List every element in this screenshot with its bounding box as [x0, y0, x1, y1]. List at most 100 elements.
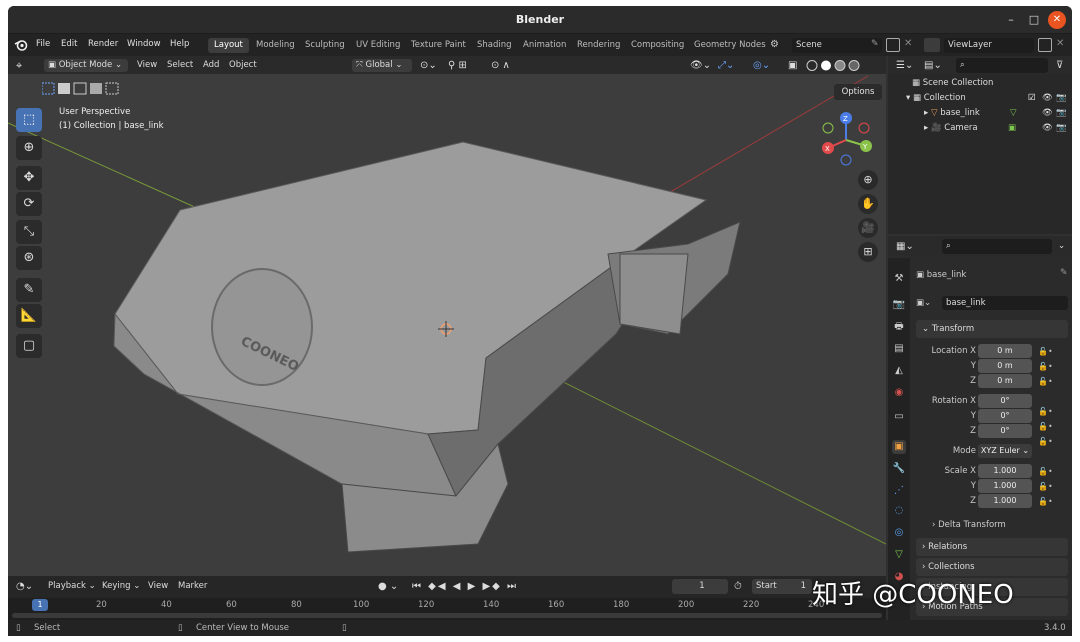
modifier-tab-icon[interactable]: 🔧	[892, 462, 906, 476]
scene-name-field[interactable]: Scene	[792, 38, 882, 53]
proportional-edit-icon[interactable]: ⊙ ∧	[491, 59, 510, 72]
new-view-layer-icon[interactable]	[1038, 38, 1052, 52]
outliner-item-camera[interactable]: ▸ 🎥 Camera ▣ 👁 📷	[888, 121, 1072, 136]
properties-pin-icon[interactable]: ✎	[1060, 268, 1068, 278]
timeline-ruler[interactable]: 1 20 40 60 80 100 120 140 160 180 200 22…	[8, 598, 886, 620]
base-link-camera-icon[interactable]: 📷	[1056, 106, 1067, 121]
editor-type-icon[interactable]: ⌖	[16, 59, 22, 72]
timeline-view-menu[interactable]: View	[148, 580, 168, 593]
properties-search-input[interactable]: ⌕	[942, 239, 1052, 254]
menu-render[interactable]: Render	[88, 39, 118, 49]
outliner-item-base-link[interactable]: ▸ ▽ base_link ▽ 👁 📷	[888, 106, 1072, 121]
marker-menu[interactable]: Marker	[178, 580, 207, 593]
maximize-button[interactable]: □	[1025, 11, 1043, 29]
shading-modes[interactable]	[805, 59, 865, 72]
collection-tab-icon[interactable]: ▭	[892, 410, 906, 424]
menu-select[interactable]: Select	[167, 59, 193, 72]
ortho-grid-icon[interactable]: ⊞	[858, 242, 878, 262]
zoom-icon[interactable]: ⊕	[858, 170, 878, 190]
relations-panel-header[interactable]: › Relations	[916, 538, 1068, 556]
blender-icon[interactable]	[14, 38, 28, 52]
scale-z-field[interactable]: 1.000	[978, 494, 1032, 508]
pivot-icon[interactable]: ⊙⌄	[420, 59, 437, 72]
scale-x-field[interactable]: 1.000	[978, 464, 1032, 478]
record-keyframe-icon[interactable]: ● ⌄	[378, 580, 398, 593]
menu-help[interactable]: Help	[170, 39, 189, 49]
object-datablock-icon[interactable]: ▣⌄	[916, 296, 931, 310]
current-frame-field[interactable]: 1	[672, 579, 728, 594]
mode-dropdown[interactable]: ▣ Object Mode ⌄	[44, 59, 128, 72]
camera-eye-icon[interactable]: 👁	[1042, 121, 1053, 136]
playback-controls[interactable]: ⏮ ◆◀ ◀ ▶ ▶◆ ⏭	[412, 580, 518, 593]
tab-texture-paint[interactable]: Texture Paint	[405, 38, 472, 53]
view-layer-icon[interactable]	[924, 38, 940, 52]
view-layer-field[interactable]: ViewLayer	[944, 38, 1034, 53]
menu-window[interactable]: Window	[127, 39, 161, 49]
location-y-field[interactable]: 0 m	[978, 359, 1032, 373]
tab-sculpting[interactable]: Sculpting	[299, 38, 351, 53]
transform-tool-icon[interactable]: ⊛	[16, 246, 42, 270]
snap-icon[interactable]: ⚲ ⊞	[448, 59, 467, 72]
menu-object[interactable]: Object	[229, 59, 257, 72]
navigation-gizmo[interactable]: Z Y X	[816, 110, 876, 170]
options-dropdown[interactable]: Options	[834, 84, 882, 100]
rotation-x-field[interactable]: 0°	[978, 394, 1032, 408]
tab-uv-editing[interactable]: UV Editing	[350, 38, 406, 53]
camera-camera-icon[interactable]: 📷	[1056, 121, 1067, 136]
timeline-scrollbar[interactable]	[12, 613, 882, 618]
tab-layout[interactable]: Layout	[208, 38, 249, 53]
transform-panel-header[interactable]: ⌄ Transform	[916, 320, 1068, 338]
object-name-field[interactable]: base_link	[942, 296, 1068, 310]
camera-view-icon[interactable]: 🎥	[858, 218, 878, 238]
xray-toggle-icon[interactable]: ▣	[788, 59, 797, 72]
properties-options-icon[interactable]: ⌄	[1058, 240, 1065, 253]
annotate-tool-icon[interactable]: ✎	[16, 278, 42, 302]
menu-add[interactable]: Add	[203, 59, 219, 72]
rotation-mode-dropdown[interactable]: XYZ Euler ⌄	[978, 444, 1032, 458]
collection-camera-icon[interactable]: 📷	[1056, 91, 1067, 106]
move-tool-icon[interactable]: ✥	[16, 166, 42, 190]
delete-scene-icon[interactable]: ✕	[904, 38, 912, 49]
scene-collection-row[interactable]: ▦ Scene Collection	[888, 76, 1072, 91]
constraints-tab-icon[interactable]: ◎	[892, 526, 906, 540]
tab-rendering[interactable]: Rendering	[571, 38, 626, 53]
visibility-icon[interactable]: 👁⌄	[690, 59, 711, 72]
particles-tab-icon[interactable]: ⋰	[892, 484, 906, 498]
scale-tool-icon[interactable]: ⤡	[16, 220, 42, 244]
collection-checkbox[interactable]: ☑	[1028, 91, 1036, 106]
tab-animation[interactable]: Animation	[517, 38, 572, 53]
tool-tab-icon[interactable]: ⚒	[892, 272, 906, 286]
data-tab-icon[interactable]: ▽	[892, 548, 906, 562]
menu-edit[interactable]: Edit	[61, 39, 77, 49]
properties-editor-icon[interactable]: ▦⌄	[896, 240, 914, 253]
delta-transform-header[interactable]: › Delta Transform	[932, 518, 1006, 532]
output-tab-icon[interactable]: 🖶	[892, 320, 906, 334]
rotation-z-field[interactable]: 0°	[978, 424, 1032, 438]
base-link-eye-icon[interactable]: 👁	[1042, 106, 1053, 121]
pin-icon[interactable]: ✎	[871, 39, 879, 49]
lock-icons-column[interactable]: 🔓• 🔓• 🔓• 🔓• 🔓• 🔓• 🔓• 🔓• 🔓•	[1038, 344, 1068, 508]
selection-mode-buttons[interactable]	[41, 82, 122, 95]
tab-shading[interactable]: Shading	[471, 38, 518, 53]
new-scene-icon[interactable]	[886, 38, 900, 52]
close-button[interactable]: ✕	[1048, 11, 1066, 29]
pan-hand-icon[interactable]: ✋	[858, 194, 878, 214]
scene-browse-icon[interactable]: ⚙	[770, 39, 779, 50]
add-cube-tool-icon[interactable]: ▢	[16, 334, 42, 358]
filter-icon[interactable]: ⊽	[1056, 59, 1063, 72]
minimize-button[interactable]: –	[1002, 11, 1020, 29]
tab-modeling[interactable]: Modeling	[250, 38, 301, 53]
playhead[interactable]: 1	[32, 599, 48, 611]
scene-tab-icon[interactable]: ◭	[892, 364, 906, 378]
location-z-field[interactable]: 0 m	[978, 374, 1032, 388]
display-mode-icon[interactable]: ▤⌄	[924, 59, 942, 72]
collection-eye-icon[interactable]: 👁	[1042, 91, 1053, 106]
outliner-search-input[interactable]: ⌕	[956, 58, 1048, 73]
select-box-tool-icon[interactable]: ⬚	[16, 108, 42, 132]
gizmo-toggle-icon[interactable]: ⤢⌄	[718, 59, 734, 72]
view-layer-tab-icon[interactable]: ▤	[892, 342, 906, 356]
keying-menu[interactable]: Keying ⌄	[102, 580, 140, 593]
delete-view-layer-icon[interactable]: ✕	[1056, 38, 1064, 49]
render-tab-icon[interactable]: 📷	[892, 298, 906, 312]
collection-row[interactable]: ▾ ▦ Collection ☑ 👁 📷	[888, 91, 1072, 106]
